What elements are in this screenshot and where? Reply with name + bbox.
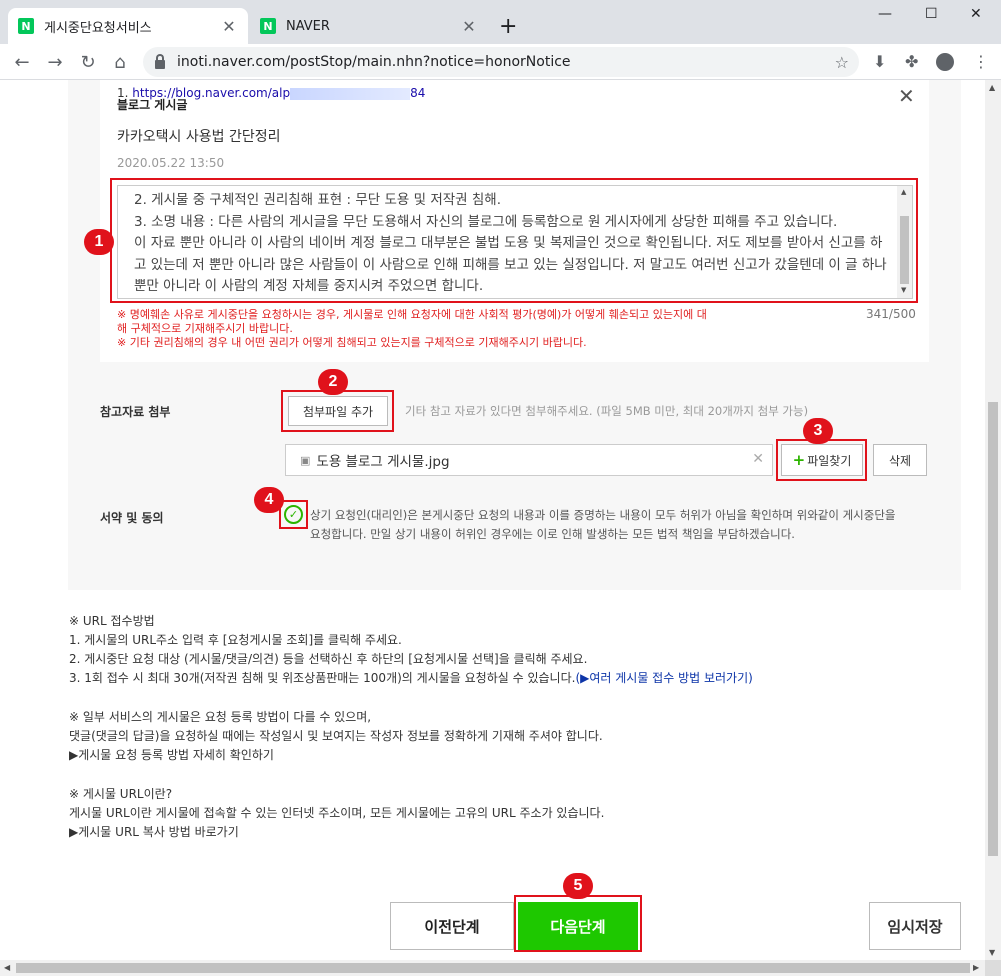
home-icon[interactable]: ⌂ [108,50,132,74]
annotation-box-5 [514,895,642,952]
tab-report-service[interactable]: N 게시중단요청서비스 ✕ [8,8,248,44]
post-title: 카카오택시 사용법 간단정리 [117,129,281,145]
back-arrow-icon[interactable]: ← [10,50,34,74]
guide-svc-title: ※ 일부 서비스의 게시물은 요청 등록 방법이 다를 수 있으며, [69,710,372,724]
annotation-badge-4: 4 [254,487,284,513]
annotation-badge-2: 2 [318,369,348,395]
url-copy-link[interactable]: ▶게시물 URL 복사 방법 바로가기 [69,823,239,840]
prev-step-button[interactable]: 이전단계 [390,902,514,950]
guide-url-step3-text: 3. 1회 접수 시 최대 30개(저작권 침해 및 위조상품판매는 100개)… [69,671,576,685]
guide-what-text: 게시물 URL이란 게시물에 접속할 수 있는 인터넷 주소이며, 모든 게시물… [69,806,605,820]
scroll-right-arrow-icon[interactable]: ▶ [973,963,979,972]
scrollbar-thumb[interactable] [16,963,970,973]
masked-url-segment [290,87,411,100]
attach-hint: 기타 참고 자료가 있다면 첨부해주세요. (파일 5MB 미만, 최대 20개… [405,404,809,418]
guide-url-step2: 2. 게시중단 요청 대상 (게시물/댓글/의견) 등을 선택하신 후 하단의 … [69,652,588,666]
post-type: 블로그 게시글 [117,98,188,112]
temp-save-button[interactable]: 임시저장 [869,902,961,950]
delete-file-button[interactable]: 삭제 [873,444,927,476]
annotation-badge-5: 5 [563,873,593,899]
annotation-box-4 [279,500,308,529]
clear-file-icon[interactable]: ✕ [752,451,764,467]
tab-naver[interactable]: N NAVER ✕ [250,8,488,44]
image-file-icon: ▣ [300,453,311,467]
guide-url-step3: 3. 1회 접수 시 최대 30개(저작권 침해 및 위조상품판매는 100개)… [69,669,753,686]
bookmark-star-icon[interactable]: ☆ [835,53,849,72]
guide-svc-text: 댓글(댓글의 답글)을 요청하실 때에는 작성일시 및 보여지는 작성자 정보를… [69,729,603,743]
tab-title: 게시중단요청서비스 [44,20,152,36]
lock-icon [155,53,165,69]
guide-what-title: ※ 게시물 URL이란? [69,787,173,801]
forward-arrow-icon[interactable]: → [43,50,67,74]
tab-bar: N 게시중단요청서비스 ✕ N NAVER ✕ + — ☐ ✕ [0,0,1001,44]
naver-favicon-icon: N [18,18,34,34]
attached-file-field[interactable]: ▣ 도용 블로그 게시물.jpg ✕ [285,444,773,476]
agree-label: 서약 및 동의 [100,511,164,525]
address-bar[interactable]: inoti.naver.com/postStop/main.nhn?notice… [143,47,859,77]
file-name: 도용 블로그 게시물.jpg [316,454,450,470]
post-url-end[interactable]: 84 [410,86,425,100]
remove-post-close-icon[interactable]: ✕ [898,84,915,108]
page-vertical-scrollbar[interactable]: ▲ ▼ [985,80,1001,960]
page-horizontal-scrollbar[interactable]: ◀ ▶ [0,960,985,976]
agree-text: 상기 요청인(대리인)은 본게시중단 요청의 내용과 이를 증명하는 내용이 모… [310,508,896,541]
char-counter: 341/500 [866,307,916,321]
attach-label: 참고자료 첨부 [100,405,171,419]
post-date: 2020.05.22 13:50 [117,156,225,170]
tab-title: NAVER [286,18,330,34]
scroll-up-arrow-icon[interactable]: ▲ [989,83,995,92]
new-tab-plus-icon[interactable]: + [499,14,517,39]
scroll-left-arrow-icon[interactable]: ◀ [4,963,10,972]
address-text: inoti.naver.com/postStop/main.nhn?notice… [177,54,571,70]
more-menu-icon[interactable]: ⋮ [973,52,989,71]
page-content: 1. https://blog.naver.com/alp 84 블로그 게시글 … [0,80,985,960]
annotation-box-2 [281,390,394,432]
download-icon[interactable]: ⬇ [873,52,886,71]
guide-url-step1: 1. 게시물의 URL주소 입력 후 [요청게시물 조회]를 클릭해 주세요. [69,633,402,647]
annotation-badge-1: 1 [84,229,114,255]
close-tab-icon[interactable]: ✕ [460,17,478,36]
multi-post-guide-link[interactable]: (▶여러 게시물 접수 방법 보러가기) [575,671,752,685]
scroll-down-arrow-icon[interactable]: ▼ [989,948,995,957]
extensions-puzzle-icon[interactable]: ✤ [905,52,918,71]
close-tab-icon[interactable]: ✕ [220,17,238,36]
profile-avatar-icon[interactable] [936,53,954,71]
window-close-icon[interactable]: ✕ [970,6,982,22]
browser-toolbar: ← → ↻ ⌂ inoti.naver.com/postStop/main.nh… [0,44,1001,80]
annotation-badge-3: 3 [803,418,833,444]
register-method-link[interactable]: ▶게시물 요청 등록 방법 자세히 확인하기 [69,746,274,763]
naver-favicon-icon: N [260,18,276,34]
scrollbar-thumb[interactable] [988,402,998,856]
annotation-box-1 [110,178,918,303]
other-rights-notice: ※ 기타 권리침해의 경우 내 어떤 권리가 어떻게 침해되고 있는지를 구체적… [117,336,587,349]
maximize-icon[interactable]: ☐ [925,6,938,22]
guide-url-title: ※ URL 접수방법 [69,614,155,628]
annotation-box-3 [776,439,867,481]
scrollbar-corner [985,960,1001,976]
reload-icon[interactable]: ↻ [76,50,100,74]
minimize-icon[interactable]: — [878,6,892,22]
